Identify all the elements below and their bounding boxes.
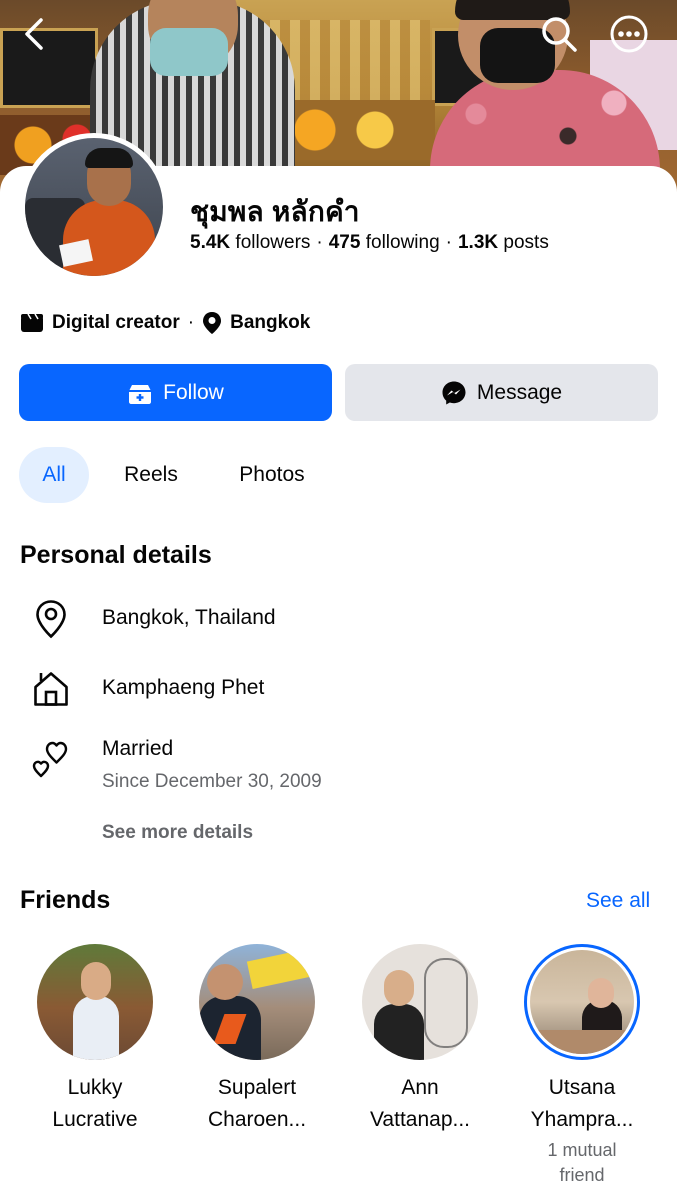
- more-options-button[interactable]: [609, 14, 649, 54]
- clapperboard-icon: [20, 313, 44, 333]
- following-stat[interactable]: 475 following: [329, 232, 440, 253]
- friend-avatar-head: [588, 978, 614, 1008]
- chevron-left-icon: [25, 18, 43, 50]
- mutual-line: friend: [559, 1165, 605, 1185]
- friend-avatar-head: [81, 962, 111, 1000]
- tab-reels[interactable]: Reels: [112, 447, 190, 503]
- friend-card[interactable]: Lukky Lucrative: [20, 944, 170, 1136]
- friend-avatar-body: [374, 1004, 424, 1060]
- posts-stat[interactable]: 1.3K posts: [458, 232, 549, 253]
- tab-all[interactable]: All: [19, 447, 89, 503]
- friend-name-line: Charoen...: [207, 1108, 307, 1131]
- message-label: Message: [476, 380, 563, 404]
- profile-name: ชุมพล หลักคำ: [190, 196, 360, 227]
- following-label: following: [365, 232, 440, 253]
- stat-separator: ·: [316, 232, 323, 253]
- cover-flowers-center: [285, 100, 435, 160]
- friend-avatar: [530, 950, 634, 1054]
- see-more-details-link[interactable]: See more details: [102, 822, 253, 844]
- friend-name: Utsana Yhampra...: [507, 1072, 657, 1136]
- friend-name-line: Supalert: [217, 1076, 297, 1099]
- mutual-line: 1 mutual: [547, 1140, 617, 1160]
- followers-count: 5.4K: [190, 232, 231, 253]
- profile-category: Digital creator: [52, 312, 180, 333]
- hearts-icon: [30, 738, 72, 780]
- home-icon: [30, 668, 72, 710]
- profile-location: Bangkok: [230, 312, 311, 333]
- friends-title: Friends: [20, 886, 111, 914]
- posts-label: posts: [503, 232, 549, 253]
- tab-photos[interactable]: Photos: [222, 447, 322, 503]
- search-button[interactable]: [539, 14, 579, 54]
- personal-details-title: Personal details: [20, 541, 212, 569]
- following-count: 475: [328, 232, 361, 253]
- friend-avatar-table: [530, 1030, 634, 1054]
- profile-stats: 5.4K followers · 475 following · 1.3K posts: [190, 232, 549, 254]
- hometown: Kamphaeng Phet: [102, 676, 265, 699]
- friend-card[interactable]: Utsana Yhampra... 1 mutual friend: [507, 944, 657, 1188]
- friend-name: Supalert Charoen...: [182, 1072, 332, 1136]
- see-all-friends-link[interactable]: See all: [586, 889, 650, 913]
- current-city: Bangkok, Thailand: [102, 606, 276, 629]
- profile-avatar[interactable]: [20, 133, 168, 281]
- cover-person-left-mask: [150, 28, 228, 76]
- friend-avatar[interactable]: [37, 944, 153, 1060]
- location-pin-icon: [30, 598, 72, 640]
- stat-separator: ·: [445, 232, 452, 253]
- profile-meta: Digital creator · Bangkok: [20, 311, 310, 335]
- more-icon: [610, 15, 648, 53]
- back-button[interactable]: [14, 14, 54, 54]
- search-icon: [542, 17, 577, 52]
- friend-avatar-sketch: [424, 958, 468, 1048]
- friend-card[interactable]: Supalert Charoen...: [182, 944, 332, 1136]
- friend-name-line: Lucrative: [52, 1108, 138, 1131]
- friend-card[interactable]: Ann Vattanap...: [345, 944, 495, 1136]
- follow-label: Follow: [163, 380, 224, 404]
- followers-label: followers: [235, 232, 311, 253]
- relationship-status: Married: [102, 737, 174, 760]
- friend-avatar-head: [384, 970, 414, 1006]
- messenger-icon: [441, 380, 467, 406]
- friend-avatar-body: [73, 996, 119, 1060]
- location-pin-icon: [202, 311, 222, 335]
- mutual-friends-count: 1 mutual friend: [507, 1138, 657, 1188]
- friend-name-line: Ann: [401, 1076, 439, 1099]
- friend-avatar-story-ring[interactable]: [524, 944, 640, 1060]
- friend-avatar-sign: [246, 947, 315, 989]
- friend-name: Lukky Lucrative: [20, 1072, 170, 1136]
- friend-name-line: Yhampra...: [530, 1108, 634, 1131]
- message-button[interactable]: Message: [345, 364, 658, 421]
- followers-stat[interactable]: 5.4K followers: [190, 232, 310, 253]
- follow-button[interactable]: Follow: [19, 364, 332, 421]
- friend-name-line: Utsana: [548, 1076, 616, 1099]
- meta-separator: ·: [187, 312, 195, 333]
- friend-avatar[interactable]: [199, 944, 315, 1060]
- friend-name-line: Vattanap...: [369, 1108, 471, 1131]
- friend-name-line: Lukky: [67, 1076, 123, 1099]
- friend-name: Ann Vattanap...: [345, 1072, 495, 1136]
- relationship-since: Since December 30, 2009: [102, 771, 322, 792]
- friend-avatar-head: [207, 964, 243, 1000]
- avatar-hair: [85, 148, 133, 168]
- posts-count: 1.3K: [457, 232, 499, 253]
- add-friend-icon: [127, 381, 153, 405]
- friend-avatar[interactable]: [362, 944, 478, 1060]
